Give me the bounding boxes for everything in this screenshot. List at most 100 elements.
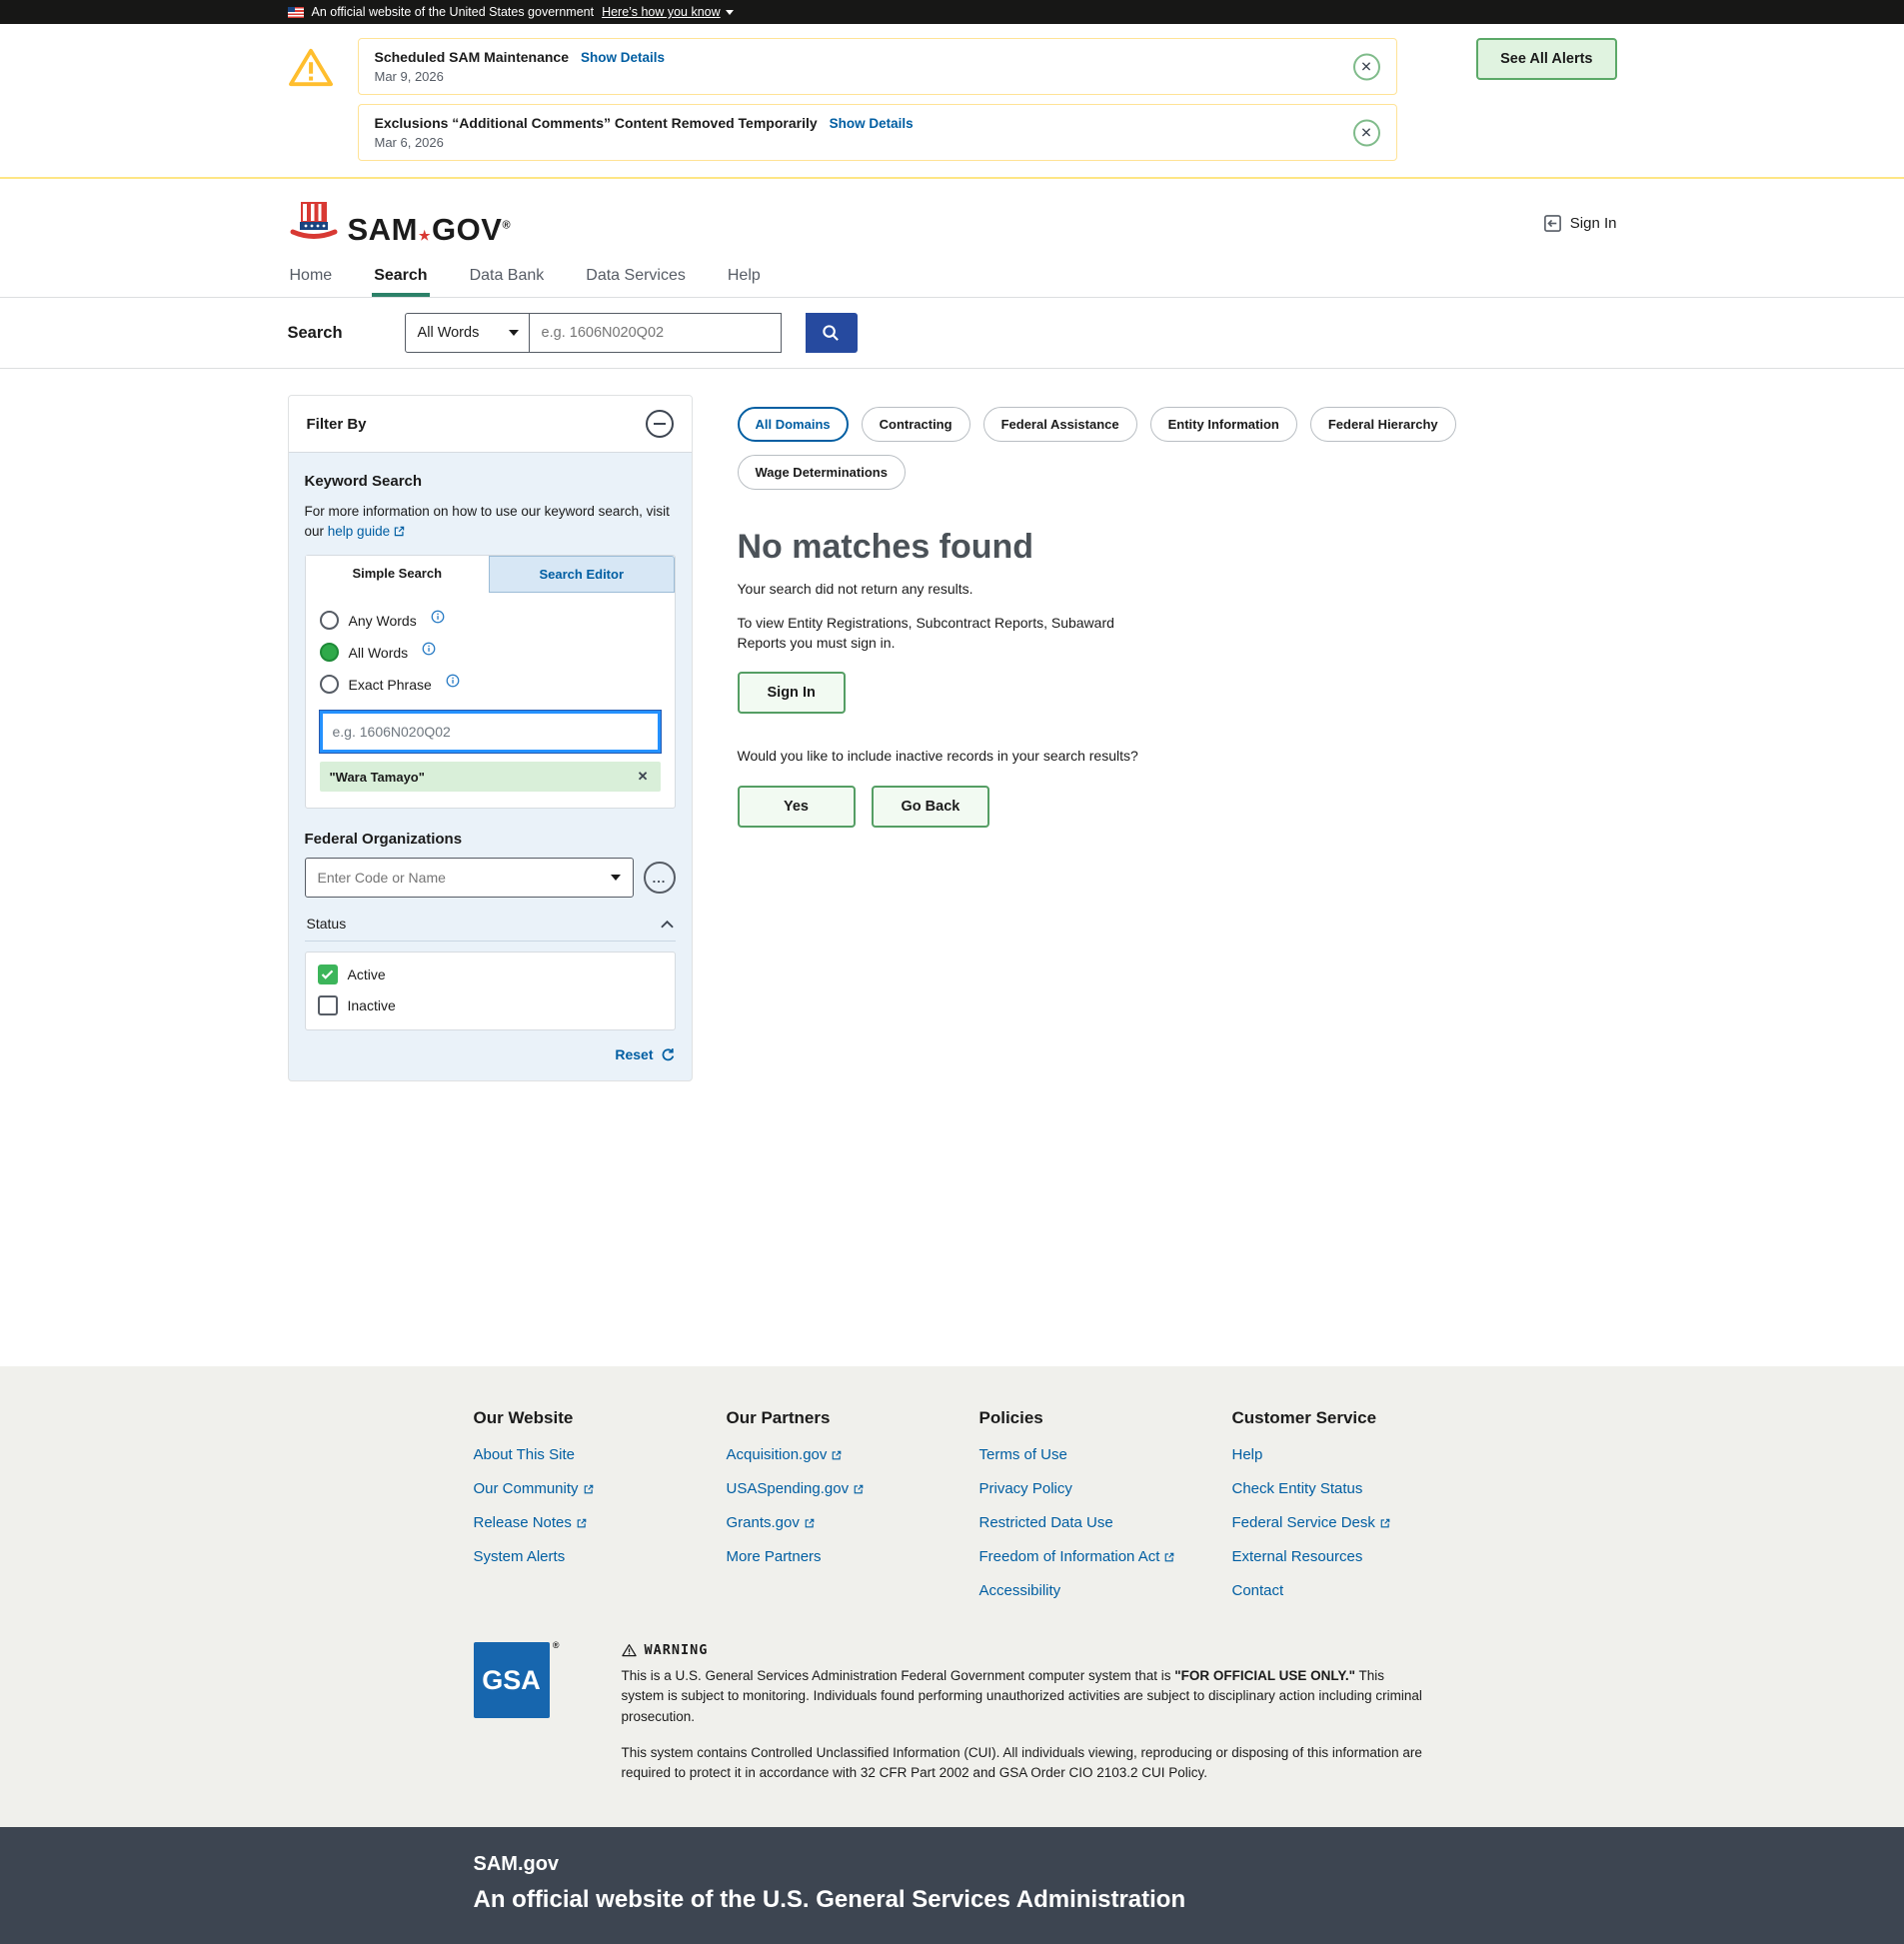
- reset-filters-link[interactable]: Reset: [305, 1046, 676, 1062]
- external-link-icon: [805, 1518, 815, 1528]
- warning-triangle-icon: [288, 38, 358, 88]
- warning-paragraph-2: This system contains Controlled Unclassi…: [622, 1743, 1431, 1784]
- checkbox-active[interactable]: [318, 965, 338, 984]
- footer-link-release-notes[interactable]: Release Notes: [474, 1514, 727, 1531]
- keyword-search-card: Simple Search Search Editor Any Words: [305, 555, 676, 809]
- chevron-down-icon: [611, 875, 621, 881]
- pill-federal-hierarchy[interactable]: Federal Hierarchy: [1310, 407, 1456, 442]
- reset-label: Reset: [615, 1046, 653, 1062]
- footer-link-help[interactable]: Help: [1232, 1446, 1485, 1463]
- footer-link-foia[interactable]: Freedom of Information Act: [979, 1548, 1232, 1565]
- footer-link-restricted-data-use[interactable]: Restricted Data Use: [979, 1514, 1232, 1531]
- sam-logo[interactable]: SAM★GOV®: [288, 201, 512, 245]
- footer-col-our-website: Our Website About This Site Our Communit…: [474, 1408, 727, 1616]
- close-icon[interactable]: ✕: [1353, 53, 1380, 80]
- chevron-up-icon[interactable]: [661, 920, 674, 929]
- radio-exact-phrase[interactable]: [320, 675, 339, 694]
- more-options-button[interactable]: ...: [644, 862, 676, 894]
- external-link-icon: [1380, 1518, 1390, 1528]
- alert-date: Mar 6, 2026: [375, 135, 1336, 150]
- footer-link-contact[interactable]: Contact: [1232, 1582, 1485, 1599]
- footer-link-our-community[interactable]: Our Community: [474, 1480, 727, 1497]
- external-link-icon: [394, 526, 405, 537]
- no-matches-heading: No matches found: [738, 528, 1617, 567]
- keyword-input[interactable]: [320, 711, 661, 753]
- nav-data-services[interactable]: Data Services: [584, 257, 688, 297]
- close-icon[interactable]: ✕: [1353, 119, 1380, 146]
- alerts-list: Scheduled SAM Maintenance Show Details M…: [358, 38, 1397, 161]
- footer-link-accessibility[interactable]: Accessibility: [979, 1582, 1232, 1599]
- footer-link-check-entity-status[interactable]: Check Entity Status: [1232, 1480, 1485, 1497]
- info-icon[interactable]: [422, 642, 436, 656]
- no-results-text: Your search did not return any results.: [738, 581, 1617, 597]
- sign-in-link[interactable]: Sign In: [1543, 214, 1617, 233]
- footer-col-title: Our Partners: [727, 1408, 979, 1428]
- footer-col-customer-service: Customer Service Help Check Entity Statu…: [1232, 1408, 1485, 1616]
- see-all-alerts-button[interactable]: See All Alerts: [1476, 38, 1616, 80]
- footer-link-more-partners[interactable]: More Partners: [727, 1548, 979, 1565]
- gsa-logo: GSA ®: [474, 1642, 550, 1718]
- radio-any-words[interactable]: [320, 611, 339, 630]
- gsa-reg-mark: ®: [553, 1640, 560, 1650]
- footer-link-federal-service-desk[interactable]: Federal Service Desk: [1232, 1514, 1485, 1531]
- search-mode-select[interactable]: All Words: [405, 313, 530, 353]
- search-input[interactable]: [530, 313, 782, 353]
- footer-col-policies: Policies Terms of Use Privacy Policy Res…: [979, 1408, 1232, 1616]
- federal-org-placeholder: Enter Code or Name: [318, 870, 446, 886]
- footer-link-acquisition-gov[interactable]: Acquisition.gov: [727, 1446, 979, 1463]
- status-title: Status: [307, 916, 347, 932]
- show-details-link[interactable]: Show Details: [830, 116, 914, 131]
- identifier-footer: SAM.gov An official website of the U.S. …: [0, 1827, 1904, 1944]
- info-icon[interactable]: [446, 674, 460, 688]
- info-icon[interactable]: [431, 610, 445, 624]
- minus-icon: [654, 423, 666, 425]
- external-link-icon: [1164, 1552, 1174, 1562]
- checkbox-inactive[interactable]: [318, 995, 338, 1015]
- footer-link-terms-of-use[interactable]: Terms of Use: [979, 1446, 1232, 1463]
- tab-simple-search[interactable]: Simple Search: [306, 556, 490, 593]
- alerts-section: Scheduled SAM Maintenance Show Details M…: [0, 24, 1904, 179]
- show-details-link[interactable]: Show Details: [581, 50, 665, 65]
- pill-federal-assistance[interactable]: Federal Assistance: [983, 407, 1137, 442]
- help-guide-link[interactable]: help guide: [328, 522, 405, 542]
- collapse-filters-button[interactable]: [646, 410, 674, 438]
- nav-search[interactable]: Search: [372, 257, 429, 297]
- external-link-icon: [832, 1450, 842, 1460]
- footer-link-privacy-policy[interactable]: Privacy Policy: [979, 1480, 1232, 1497]
- nav-help[interactable]: Help: [726, 257, 763, 297]
- pill-entity-information[interactable]: Entity Information: [1150, 407, 1297, 442]
- footer-link-external-resources[interactable]: External Resources: [1232, 1548, 1485, 1565]
- radio-all-words[interactable]: [320, 643, 339, 662]
- us-flag-icon: [288, 7, 304, 18]
- tab-search-editor[interactable]: Search Editor: [489, 556, 675, 593]
- chevron-down-icon: [509, 330, 519, 336]
- uncle-sam-hat-icon: [288, 201, 340, 245]
- footer-link-system-alerts[interactable]: System Alerts: [474, 1548, 727, 1565]
- yes-button[interactable]: Yes: [738, 786, 856, 828]
- footer-link-about-this-site[interactable]: About This Site: [474, 1446, 727, 1463]
- status-box: Active Inactive: [305, 952, 676, 1030]
- nav-data-bank[interactable]: Data Bank: [468, 257, 547, 297]
- how-you-know-link[interactable]: Here’s how you know: [602, 5, 734, 19]
- footer-link-grants-gov[interactable]: Grants.gov: [727, 1514, 979, 1531]
- keyword-chip-label: "Wara Tamayo": [330, 770, 425, 785]
- footer-link-usaspending-gov[interactable]: USASpending.gov: [727, 1480, 979, 1497]
- footer-col-our-partners: Our Partners Acquisition.gov USASpending…: [727, 1408, 979, 1616]
- pill-contracting[interactable]: Contracting: [862, 407, 970, 442]
- filter-panel: Filter By Keyword Search For more inform…: [288, 395, 693, 1081]
- radio-any-words-label: Any Words: [349, 613, 417, 629]
- radio-all-words-label: All Words: [349, 645, 409, 661]
- search-button[interactable]: [806, 313, 858, 353]
- brand-reg: ®: [502, 220, 511, 232]
- filter-by-title: Filter By: [307, 416, 367, 433]
- checkmark-icon: [321, 970, 334, 979]
- federal-org-select[interactable]: Enter Code or Name: [305, 858, 634, 898]
- remove-chip-icon[interactable]: ✕: [636, 769, 651, 785]
- keyword-chip: "Wara Tamayo" ✕: [320, 762, 661, 792]
- nav-home[interactable]: Home: [288, 257, 335, 297]
- pill-wage-determinations[interactable]: Wage Determinations: [738, 455, 906, 490]
- sign-in-button[interactable]: Sign In: [738, 672, 846, 714]
- sign-in-hint-text: To view Entity Registrations, Subcontrac…: [738, 613, 1157, 654]
- pill-all-domains[interactable]: All Domains: [738, 407, 849, 442]
- go-back-button[interactable]: Go Back: [872, 786, 990, 828]
